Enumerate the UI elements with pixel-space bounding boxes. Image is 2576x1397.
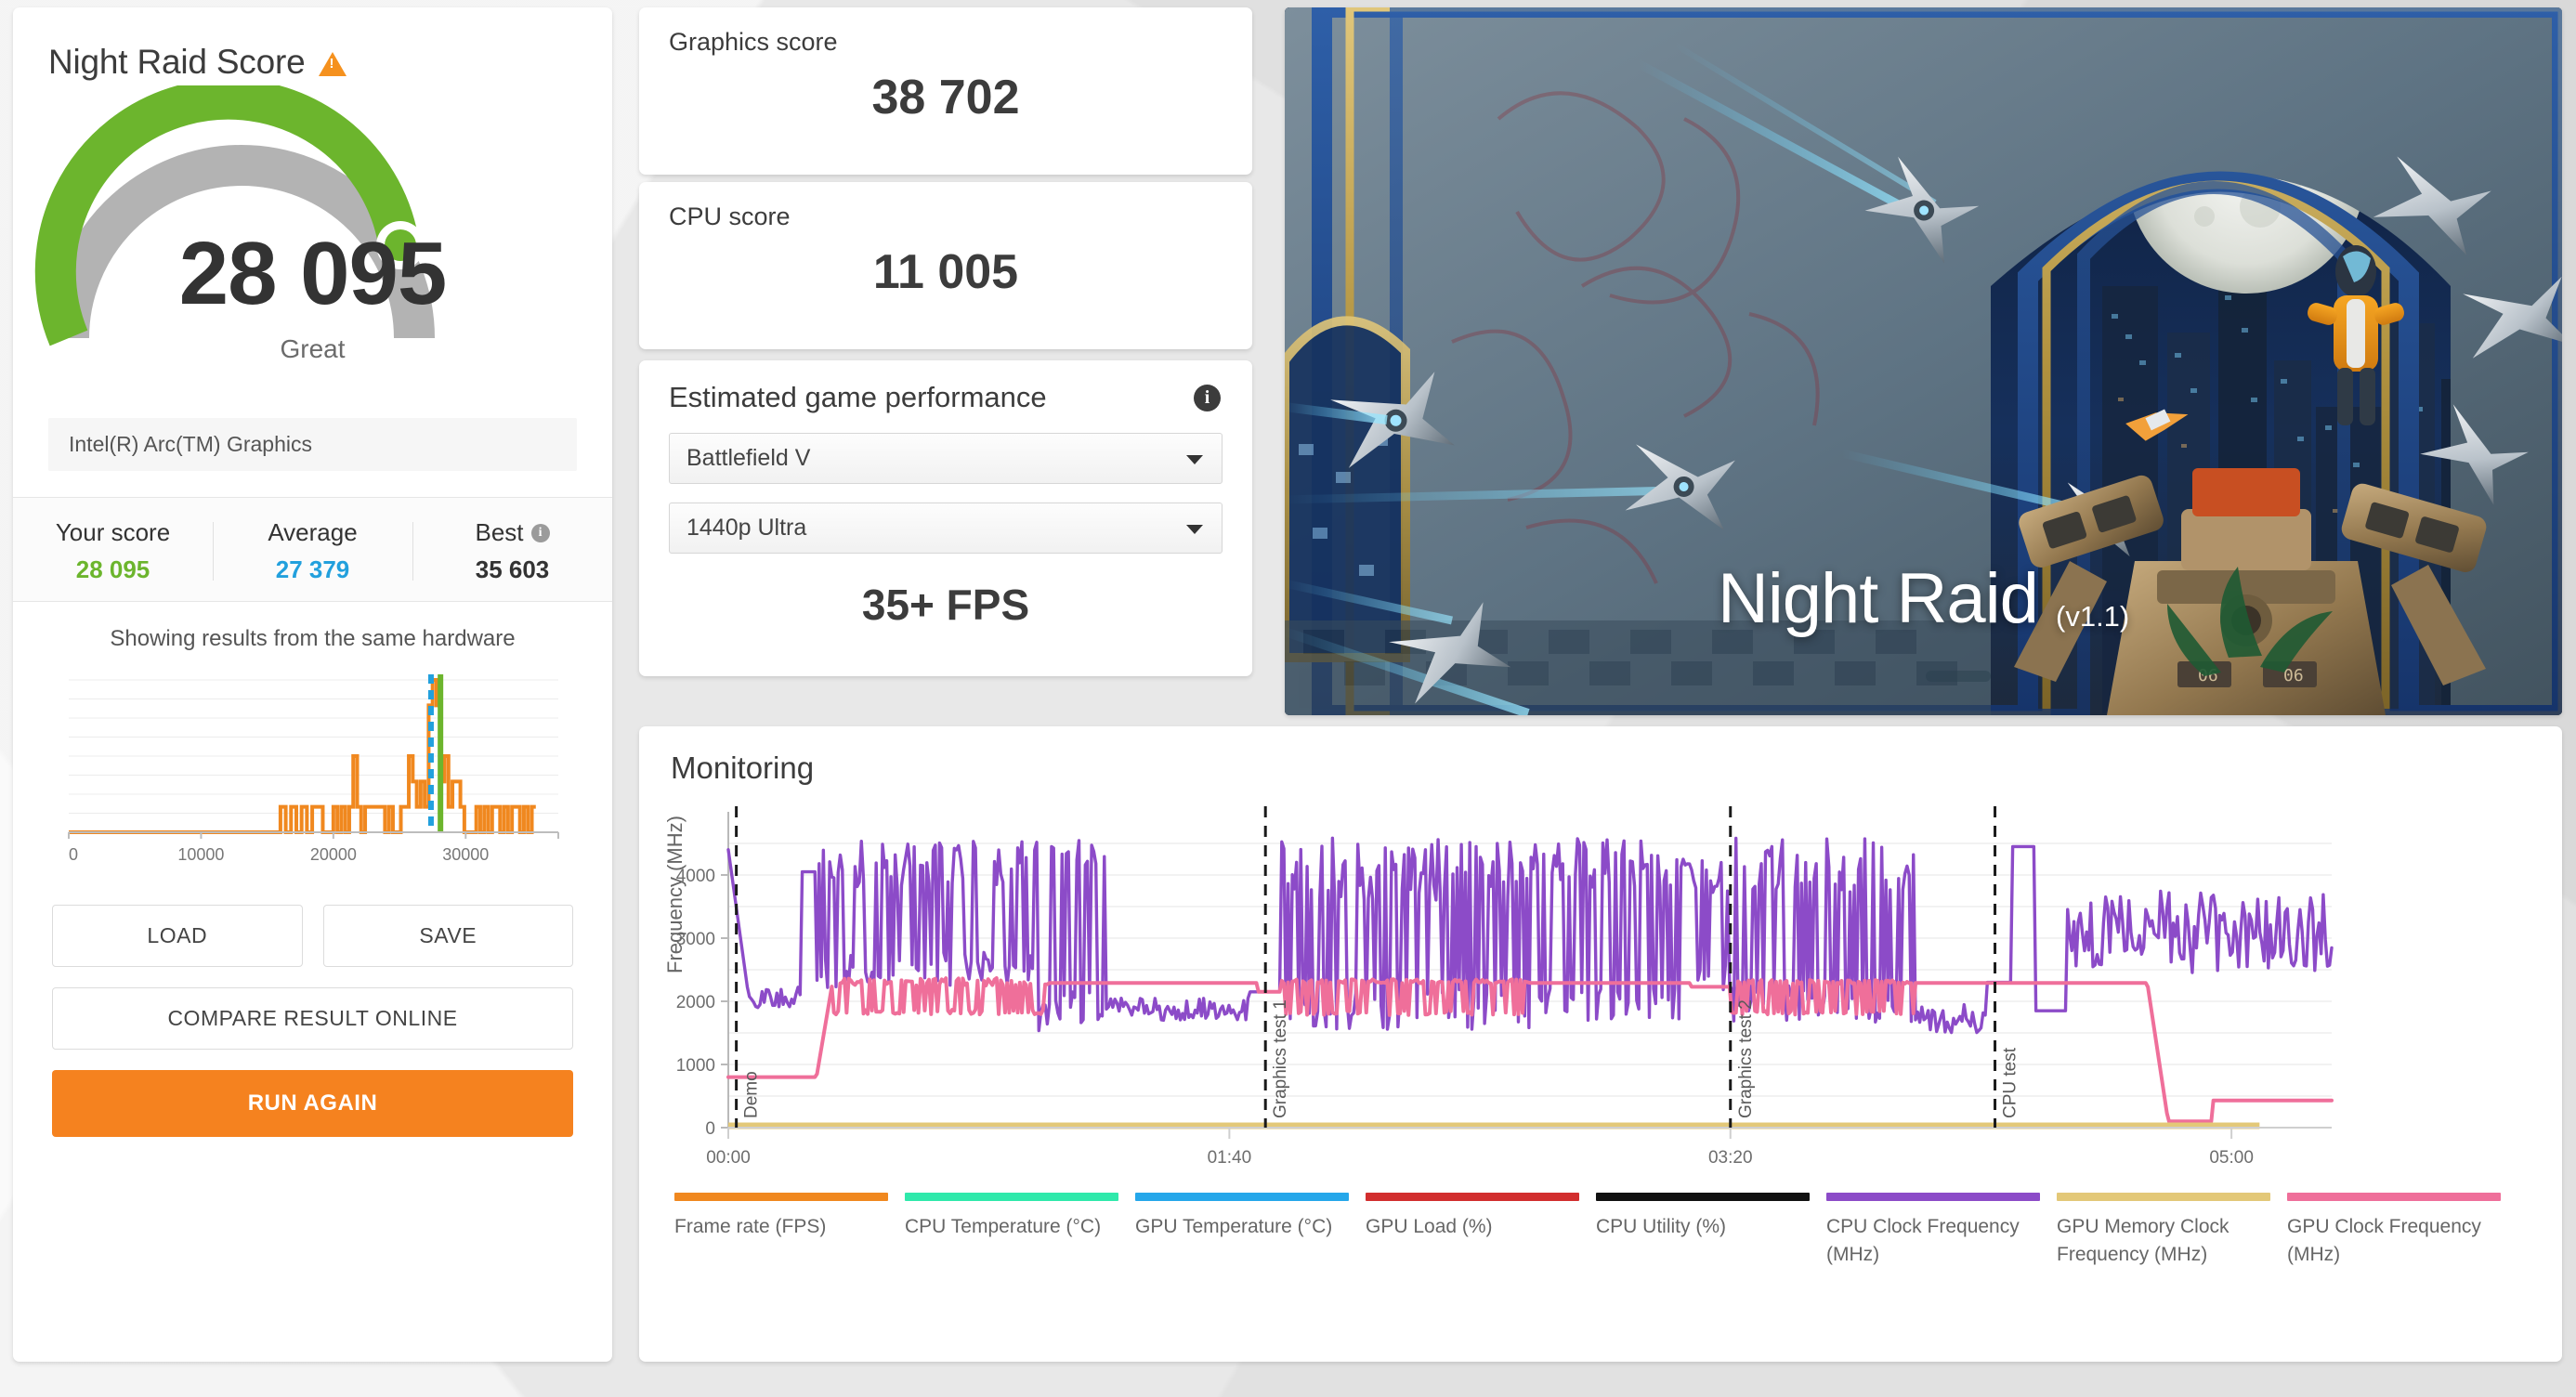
svg-text:03:20: 03:20 (1708, 1148, 1753, 1168)
legend-color-swatch (1366, 1193, 1579, 1201)
legend-item[interactable]: Frame rate (FPS) (674, 1193, 905, 1270)
compare-result-online-button[interactable]: COMPARE RESULT ONLINE (52, 987, 573, 1050)
graphics-score-value: 38 702 (871, 71, 1020, 124)
cpu-score-value: 11 005 (872, 245, 1019, 299)
load-save-row: LOAD SAVE (52, 905, 573, 967)
svg-text:CPU test: CPU test (2001, 1047, 2020, 1118)
warning-triangle-icon[interactable] (318, 52, 347, 76)
legend-color-swatch (905, 1193, 1118, 1201)
average-value: 27 379 (275, 555, 350, 583)
legend-item[interactable]: GPU Temperature (°C) (1135, 1193, 1366, 1270)
legend-item[interactable]: CPU Temperature (°C) (905, 1193, 1135, 1270)
estimated-fps-value: 35+ FPS (861, 581, 1030, 629)
svg-text:Demo: Demo (742, 1071, 762, 1118)
histogram-svg: 0 10000 20000 30000 (68, 674, 559, 864)
graphics-score-label: Graphics score (669, 28, 838, 56)
cpu-score-card: CPU score 11 005 (639, 182, 1252, 349)
egp-header: Estimated game performance i (639, 360, 1252, 414)
legend-label: GPU Clock Frequency (MHz) (2287, 1216, 2481, 1266)
egp-title: Estimated game performance (669, 381, 1047, 413)
action-buttons: LOAD SAVE COMPARE RESULT ONLINE RUN AGAI… (52, 905, 573, 1157)
preset-select[interactable]: 1440p Ultra (669, 503, 1223, 554)
legend-item[interactable]: GPU Clock Frequency (MHz) (2287, 1193, 2517, 1270)
game-select[interactable]: Battlefield V (669, 433, 1223, 484)
estimated-game-performance-card: Estimated game performance i Battlefield… (639, 360, 1252, 676)
monitoring-svg: 0100020003000400000:00 01:40 03:20 05:00Dem… (676, 806, 2334, 1168)
legend-label: GPU Load (%) (1366, 1216, 1493, 1237)
graphics-score-card: Graphics score 38 702 (639, 7, 1252, 175)
hero-version: (v1.1) (2056, 600, 2130, 633)
svg-text:1000: 1000 (676, 1056, 715, 1076)
night-raid-score-value: 28 095 (178, 224, 448, 323)
svg-text:Graphics test 2: Graphics test 2 (1736, 999, 1756, 1118)
average-score-column: Average 27 379 (213, 518, 412, 584)
svg-text:05:00: 05:00 (2209, 1148, 2254, 1168)
histogram-title: Showing results from the same hardware (110, 626, 516, 651)
monitoring-y-axis-label: Frequency (MHz) (663, 816, 686, 973)
chevron-down-icon (1186, 454, 1203, 464)
svg-text:20000: 20000 (310, 845, 357, 864)
svg-text:0: 0 (705, 1119, 715, 1139)
game-select-value: Battlefield V (686, 445, 811, 471)
legend-item[interactable]: CPU Clock Frequency (MHz) (1826, 1193, 2057, 1270)
legend-item[interactable]: GPU Memory Clock Frequency (MHz) (2057, 1193, 2287, 1270)
benchmark-hero-image: 06 06 Night Raid (v1.1) (1285, 7, 2562, 715)
run-again-button[interactable]: RUN AGAIN (52, 1070, 573, 1137)
device-name: Intel(R) Arc(TM) Graphics (48, 418, 577, 471)
page-title: Night Raid Score (48, 43, 306, 81)
score-gauge: 28 095 Great (13, 85, 612, 411)
svg-text:10000: 10000 (177, 845, 224, 864)
svg-text:0: 0 (69, 845, 78, 864)
svg-text:Graphics test 1: Graphics test 1 (1271, 999, 1290, 1118)
best-label: Best (475, 518, 524, 546)
score-comparison-strip: Your score 28 095 Average 27 379 Best i … (13, 497, 612, 602)
monitoring-title: Monitoring (671, 751, 815, 785)
your-score-value: 28 095 (75, 555, 150, 583)
save-button[interactable]: SAVE (322, 905, 573, 967)
monitoring-card: Monitoring Frequency (MHz) 0 1000 2000 3000… (639, 726, 2562, 1362)
legend-item[interactable]: CPU Utility (%) (1596, 1193, 1826, 1270)
best-score-column: Best i 35 603 (412, 518, 612, 584)
svg-text:00:00: 00:00 (706, 1148, 751, 1168)
svg-text:30000: 30000 (442, 845, 489, 864)
svg-text:2000: 2000 (676, 993, 715, 1012)
legend-color-swatch (2057, 1193, 2270, 1201)
preset-select-value: 1440p Ultra (686, 515, 807, 541)
monitoring-legend: Frame rate (FPS) CPU Temperature (°C) GPU … (639, 1193, 2562, 1270)
run-again-row: RUN AGAIN (52, 1070, 573, 1137)
svg-text:01:40: 01:40 (1208, 1148, 1252, 1168)
legend-label: GPU Memory Clock Frequency (MHz) (2057, 1216, 2229, 1266)
score-panel: Night Raid Score 28 095 Great Intel(R) A… (13, 7, 612, 1362)
score-histogram-chart: 0 10000 20000 30000 (61, 665, 564, 879)
legend-label: CPU Clock Frequency (MHz) (1826, 1216, 2020, 1266)
your-score-label: Your score (55, 518, 171, 546)
legend-label: CPU Utility (%) (1596, 1216, 1726, 1237)
best-label-row: Best i (412, 518, 612, 547)
legend-color-swatch (1135, 1193, 1349, 1201)
legend-color-swatch (1596, 1193, 1810, 1201)
info-icon[interactable]: i (530, 523, 550, 542)
compare-row: COMPARE RESULT ONLINE (52, 987, 573, 1050)
chevron-down-icon (1186, 524, 1203, 534)
cpu-score-label: CPU score (669, 202, 791, 230)
info-icon[interactable]: i (1194, 384, 1221, 411)
legend-color-swatch (674, 1193, 888, 1201)
best-value: 35 603 (475, 555, 550, 583)
legend-color-swatch (2287, 1193, 2501, 1201)
legend-item[interactable]: GPU Load (%) (1366, 1193, 1596, 1270)
legend-label: GPU Temperature (°C) (1135, 1216, 1333, 1237)
load-button[interactable]: LOAD (52, 905, 303, 967)
score-rating-label: Great (280, 334, 346, 363)
score-title-row: Night Raid Score (13, 7, 612, 82)
legend-color-swatch (1826, 1193, 2040, 1201)
monitoring-chart: Frequency (MHz) 0 1000 2000 3000 4000 00:00 01… (639, 795, 2562, 1185)
legend-label: CPU Temperature (°C) (905, 1216, 1102, 1237)
hero-title: Night Raid (1718, 559, 2039, 638)
average-label: Average (268, 518, 358, 546)
your-score-column: Your score 28 095 (13, 518, 213, 584)
legend-label: Frame rate (FPS) (674, 1216, 827, 1237)
